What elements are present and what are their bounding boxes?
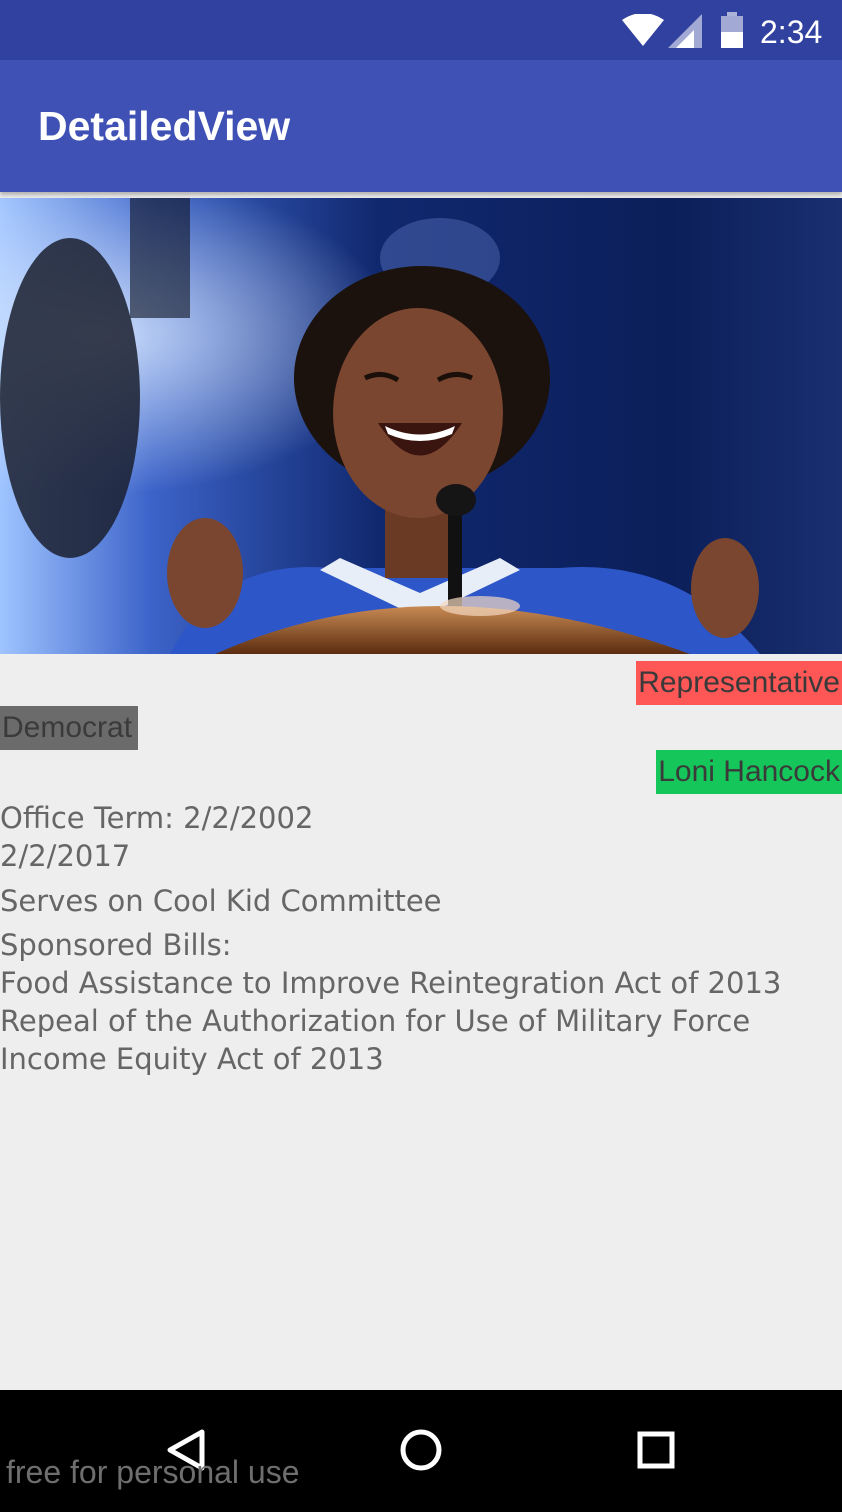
bill-item: Repeal of the Authorization for Use of M… <box>0 1004 751 1038</box>
navigation-bar <box>0 1390 842 1512</box>
page-title: DetailedView <box>38 103 291 149</box>
home-icon[interactable] <box>389 1418 453 1482</box>
bill-item: Food Assistance to Improve Reintegration… <box>0 966 782 1000</box>
status-clock: 2:34 <box>760 14 823 50</box>
battery-icon <box>721 12 743 48</box>
portrait-photo <box>0 198 842 654</box>
office-term-start: Office Term: 2/2/2002 <box>0 801 314 835</box>
title-badge: Representative <box>636 661 842 705</box>
signal-icon <box>668 14 702 48</box>
name-badge: Loni Hancock <box>656 750 842 794</box>
party-badge: Democrat <box>0 706 139 750</box>
sponsored-bills-label: Sponsored Bills: <box>0 928 232 962</box>
bill-item: Income Equity Act of 2013 <box>0 1042 384 1076</box>
status-bar: 2:34 <box>0 0 842 60</box>
wifi-icon <box>622 14 664 46</box>
watermark-text: free for personal use <box>6 1454 300 1490</box>
office-term-end: 2/2/2017 <box>0 839 131 873</box>
app-bar: DetailedView <box>0 60 842 192</box>
recents-icon[interactable] <box>624 1418 688 1482</box>
sponsored-bills-list: Food Assistance to Improve Reintegration… <box>0 964 781 1078</box>
committee-text: Serves on Cool Kid Committee <box>0 884 442 918</box>
